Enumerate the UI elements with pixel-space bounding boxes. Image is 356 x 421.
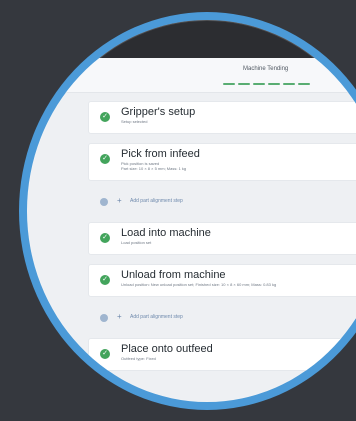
step-card-load-into-machine[interactable]: ✓ Load into machine Load position set	[88, 222, 356, 255]
check-icon: ✓	[100, 112, 110, 122]
progress-segment	[268, 83, 280, 85]
step-card-place-onto-outfeed[interactable]: ✓ Place onto outfeed Outfeed type: Fixed	[88, 338, 356, 371]
app-topbar	[27, 20, 356, 58]
plus-icon: +	[117, 312, 122, 321]
screen-background: Machine Tending ✓ Gripper's setup Setup …	[0, 0, 356, 421]
step-subtitle: Load position set	[121, 240, 152, 245]
step-title: Pick from infeed	[121, 148, 200, 160]
dot-icon	[100, 314, 108, 322]
page-title: Machine Tending	[243, 66, 289, 72]
step-subtitle: Unload position: New unload position set…	[121, 282, 277, 287]
dot-icon	[100, 198, 108, 206]
app-viewport: Machine Tending ✓ Gripper's setup Setup …	[27, 20, 356, 402]
step-title: Place onto outfeed	[121, 343, 213, 355]
steps-list: ✓ Gripper's setup Setup selected ✓ Pick …	[88, 101, 356, 380]
step-subtitle-secondary: Part size: 10 × 8 × 5 mm; Mass: 1 kg	[121, 166, 187, 171]
step-card-pick-from-infeed[interactable]: ✓ Pick from infeed Pick position is save…	[88, 143, 356, 181]
check-icon: ✓	[100, 349, 110, 359]
add-part-alignment-step-label: Add part alignment step	[130, 198, 183, 204]
check-icon: ✓	[100, 275, 110, 285]
add-part-alignment-step-label: Add part alignment step	[130, 314, 183, 320]
check-icon: ✓	[100, 233, 110, 243]
add-part-alignment-step-row[interactable]: + Add part alignment step	[88, 190, 356, 213]
step-title: Gripper's setup	[121, 106, 196, 118]
progress-segment	[283, 83, 295, 85]
step-title: Unload from machine	[121, 269, 226, 281]
step-card-unload-from-machine[interactable]: ✓ Unload from machine Unload position: N…	[88, 264, 356, 297]
progress-segment	[298, 83, 310, 85]
magnifier-lens: Machine Tending ✓ Gripper's setup Setup …	[19, 12, 356, 410]
progress-segment	[253, 83, 265, 85]
progress-indicator	[223, 83, 310, 85]
step-title: Load into machine	[121, 227, 211, 239]
step-subtitle: Outfeed type: Fixed	[121, 356, 156, 361]
step-subtitle: Setup selected	[121, 119, 148, 124]
step-card-gripper-setup[interactable]: ✓ Gripper's setup Setup selected	[88, 101, 356, 134]
plus-icon: +	[117, 196, 122, 205]
add-part-alignment-step-row[interactable]: + Add part alignment step	[88, 306, 356, 329]
check-icon: ✓	[100, 154, 110, 164]
progress-segment	[223, 83, 235, 85]
progress-segment	[238, 83, 250, 85]
workflow-header: Machine Tending	[27, 58, 356, 93]
